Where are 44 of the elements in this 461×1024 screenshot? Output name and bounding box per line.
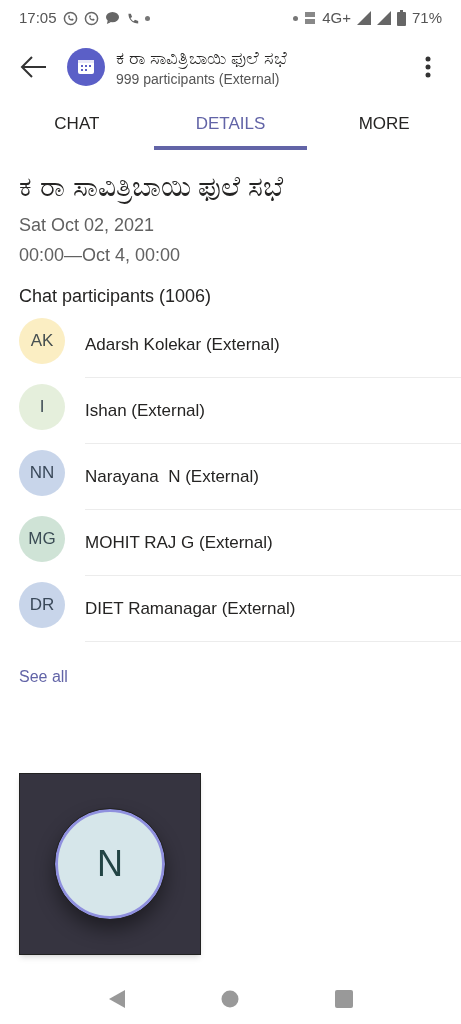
meeting-date: Sat Oct 02, 2021: [19, 214, 156, 236]
signal-icon: [356, 11, 371, 25]
home-button[interactable]: [221, 990, 240, 1008]
tab[interactable]: DETAILS: [153, 102, 308, 150]
see-all-link[interactable]: See all: [19, 665, 68, 689]
participants-count: 999 participants (External): [116, 69, 281, 88]
signal-icon: [376, 11, 391, 25]
video-tile[interactable]: N: [19, 773, 201, 955]
avatar: NN: [19, 450, 65, 496]
back-nav-button[interactable]: [107, 990, 126, 1008]
battery-level: 71%: [411, 7, 442, 28]
calendar-icon: [67, 48, 105, 86]
participant-name: MOHIT RAJ G (External): [85, 531, 273, 554]
section-heading: Chat participants (1006): [19, 285, 213, 307]
avatar: MG: [19, 516, 65, 562]
meeting-time: 00:00—Oct 4, 00:00: [19, 244, 182, 266]
battery-icon: [396, 10, 406, 26]
chat-title: ಕ ರಾ ಸಾವಿತ್ರಿಬಾಯಿ ಫುಲೆ ಸಭೆ: [116, 46, 288, 70]
avatar: N: [55, 809, 165, 919]
participant-row[interactable]: AK Adarsh Kolekar (External): [0, 312, 461, 378]
participant-name: Narayana N (External): [85, 465, 259, 488]
chat-app-icon: [83, 10, 99, 26]
signal-label-icon: [304, 11, 317, 25]
chat-app-icon: [62, 10, 78, 26]
avatar: DR: [19, 582, 65, 628]
dot-icon: [144, 15, 150, 21]
tab[interactable]: CHAT: [0, 102, 154, 150]
participant-row[interactable]: DR DIET Ramanagar (External): [0, 576, 461, 642]
network-type: 4G+: [322, 7, 351, 28]
recents-button[interactable]: [335, 990, 354, 1008]
avatar: I: [19, 384, 65, 430]
participant-row[interactable]: NN Narayana N (External): [0, 444, 461, 510]
more-options-icon[interactable]: [425, 56, 431, 78]
clock: 17:05: [19, 7, 57, 28]
participant-row[interactable]: I Ishan (External): [0, 378, 461, 444]
participant-row[interactable]: MG MOHIT RAJ G (External): [0, 510, 461, 576]
tab[interactable]: MORE: [307, 102, 461, 150]
meeting-title: ಕ ರಾ ಸಾವಿತ್ರಿಬಾಯಿ ಫುಲೆ ಸಭೆ: [19, 170, 285, 204]
participant-name: Adarsh Kolekar (External): [85, 333, 280, 356]
participant-name: Ishan (External): [85, 399, 205, 422]
dot-icon: [293, 15, 299, 21]
avatar: AK: [19, 318, 65, 364]
message-icon: [104, 11, 120, 25]
participant-name: DIET Ramanagar (External): [85, 597, 296, 620]
